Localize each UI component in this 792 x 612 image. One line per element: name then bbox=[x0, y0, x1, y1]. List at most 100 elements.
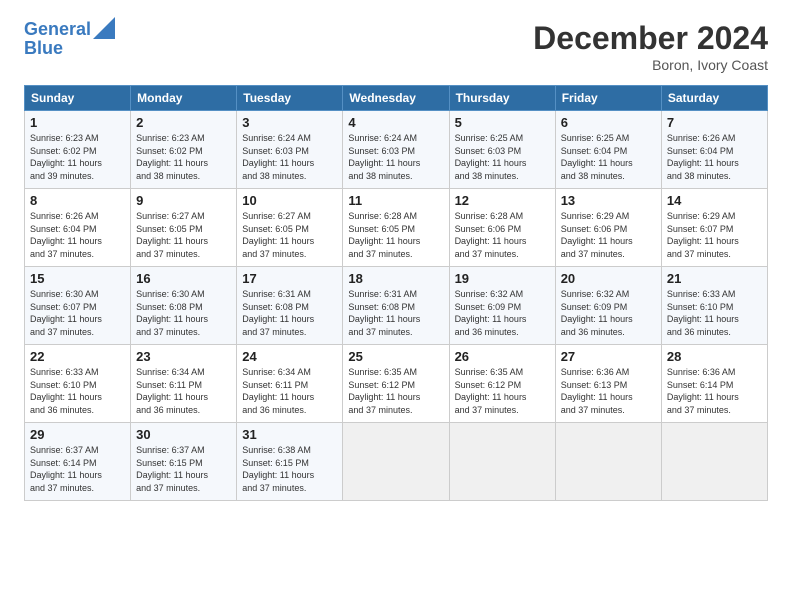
day-number: 16 bbox=[136, 271, 231, 286]
day-number: 25 bbox=[348, 349, 443, 364]
day-number: 13 bbox=[561, 193, 656, 208]
day-info: Sunrise: 6:24 AMSunset: 6:03 PMDaylight:… bbox=[242, 132, 337, 182]
logo-line2: Blue bbox=[24, 38, 63, 59]
calendar-week-row: 1Sunrise: 6:23 AMSunset: 6:02 PMDaylight… bbox=[25, 111, 768, 189]
table-row bbox=[555, 423, 661, 501]
day-info: Sunrise: 6:23 AMSunset: 6:02 PMDaylight:… bbox=[136, 132, 231, 182]
day-info: Sunrise: 6:36 AMSunset: 6:14 PMDaylight:… bbox=[667, 366, 762, 416]
day-number: 28 bbox=[667, 349, 762, 364]
logo: General Blue bbox=[24, 20, 115, 59]
table-row: 17Sunrise: 6:31 AMSunset: 6:08 PMDayligh… bbox=[237, 267, 343, 345]
table-row: 24Sunrise: 6:34 AMSunset: 6:11 PMDayligh… bbox=[237, 345, 343, 423]
day-number: 20 bbox=[561, 271, 656, 286]
col-thursday: Thursday bbox=[449, 86, 555, 111]
day-number: 22 bbox=[30, 349, 125, 364]
table-row: 15Sunrise: 6:30 AMSunset: 6:07 PMDayligh… bbox=[25, 267, 131, 345]
table-row: 7 Sunrise: 6:26 AMSunset: 6:04 PMDaylight… bbox=[661, 111, 767, 189]
table-row: 31Sunrise: 6:38 AMSunset: 6:15 PMDayligh… bbox=[237, 423, 343, 501]
day-info: Sunrise: 6:28 AMSunset: 6:05 PMDaylight:… bbox=[348, 210, 443, 260]
day-info: Sunrise: 6:28 AMSunset: 6:06 PMDaylight:… bbox=[455, 210, 550, 260]
day-info: Sunrise: 6:31 AMSunset: 6:08 PMDaylight:… bbox=[242, 288, 337, 338]
table-row: 12 Sunrise: 6:28 AMSunset: 6:06 PMDayligh… bbox=[449, 189, 555, 267]
table-row: 1Sunrise: 6:23 AMSunset: 6:02 PMDaylight… bbox=[25, 111, 131, 189]
page: General Blue December 2024 Boron, Ivory … bbox=[0, 0, 792, 612]
calendar-week-row: 8 Sunrise: 6:26 AMSunset: 6:04 PMDaylight… bbox=[25, 189, 768, 267]
day-number: 23 bbox=[136, 349, 231, 364]
calendar-header-row: Sunday Monday Tuesday Wednesday Thursday… bbox=[25, 86, 768, 111]
day-number: 7 bbox=[667, 115, 762, 130]
day-number: 4 bbox=[348, 115, 443, 130]
day-number: 6 bbox=[561, 115, 656, 130]
col-saturday: Saturday bbox=[661, 86, 767, 111]
table-row: 10 Sunrise: 6:27 AMSunset: 6:05 PMDayligh… bbox=[237, 189, 343, 267]
day-number: 26 bbox=[455, 349, 550, 364]
table-row: 28 Sunrise: 6:36 AMSunset: 6:14 PMDayligh… bbox=[661, 345, 767, 423]
day-info: Sunrise: 6:29 AMSunset: 6:07 PMDaylight:… bbox=[667, 210, 762, 260]
table-row: 29Sunrise: 6:37 AMSunset: 6:14 PMDayligh… bbox=[25, 423, 131, 501]
day-number: 11 bbox=[348, 193, 443, 208]
day-info: Sunrise: 6:25 AMSunset: 6:03 PMDaylight:… bbox=[455, 132, 550, 182]
table-row: 30 Sunrise: 6:37 AMSunset: 6:15 PMDayligh… bbox=[131, 423, 237, 501]
month-title: December 2024 bbox=[533, 20, 768, 57]
day-info: Sunrise: 6:38 AMSunset: 6:15 PMDaylight:… bbox=[242, 444, 337, 494]
table-row: 11 Sunrise: 6:28 AMSunset: 6:05 PMDayligh… bbox=[343, 189, 449, 267]
table-row bbox=[343, 423, 449, 501]
day-number: 21 bbox=[667, 271, 762, 286]
table-row: 6Sunrise: 6:25 AMSunset: 6:04 PMDaylight… bbox=[555, 111, 661, 189]
day-number: 12 bbox=[455, 193, 550, 208]
col-wednesday: Wednesday bbox=[343, 86, 449, 111]
table-row: 21Sunrise: 6:33 AMSunset: 6:10 PMDayligh… bbox=[661, 267, 767, 345]
logo-icon bbox=[93, 17, 115, 39]
day-info: Sunrise: 6:31 AMSunset: 6:08 PMDaylight:… bbox=[348, 288, 443, 338]
day-info: Sunrise: 6:35 AMSunset: 6:12 PMDaylight:… bbox=[455, 366, 550, 416]
day-number: 27 bbox=[561, 349, 656, 364]
calendar-week-row: 29Sunrise: 6:37 AMSunset: 6:14 PMDayligh… bbox=[25, 423, 768, 501]
table-row: 25Sunrise: 6:35 AMSunset: 6:12 PMDayligh… bbox=[343, 345, 449, 423]
day-info: Sunrise: 6:37 AMSunset: 6:14 PMDaylight:… bbox=[30, 444, 125, 494]
day-number: 15 bbox=[30, 271, 125, 286]
day-info: Sunrise: 6:27 AMSunset: 6:05 PMDaylight:… bbox=[136, 210, 231, 260]
table-row: 8 Sunrise: 6:26 AMSunset: 6:04 PMDaylight… bbox=[25, 189, 131, 267]
day-number: 10 bbox=[242, 193, 337, 208]
day-info: Sunrise: 6:37 AMSunset: 6:15 PMDaylight:… bbox=[136, 444, 231, 494]
table-row: 3Sunrise: 6:24 AMSunset: 6:03 PMDaylight… bbox=[237, 111, 343, 189]
day-info: Sunrise: 6:26 AMSunset: 6:04 PMDaylight:… bbox=[30, 210, 125, 260]
day-number: 30 bbox=[136, 427, 231, 442]
day-info: Sunrise: 6:34 AMSunset: 6:11 PMDaylight:… bbox=[242, 366, 337, 416]
day-number: 19 bbox=[455, 271, 550, 286]
table-row: 26 Sunrise: 6:35 AMSunset: 6:12 PMDayligh… bbox=[449, 345, 555, 423]
day-number: 8 bbox=[30, 193, 125, 208]
day-number: 9 bbox=[136, 193, 231, 208]
table-row: 13Sunrise: 6:29 AMSunset: 6:06 PMDayligh… bbox=[555, 189, 661, 267]
calendar-week-row: 15Sunrise: 6:30 AMSunset: 6:07 PMDayligh… bbox=[25, 267, 768, 345]
title-block: December 2024 Boron, Ivory Coast bbox=[533, 20, 768, 73]
col-sunday: Sunday bbox=[25, 86, 131, 111]
day-info: Sunrise: 6:23 AMSunset: 6:02 PMDaylight:… bbox=[30, 132, 125, 182]
day-number: 18 bbox=[348, 271, 443, 286]
table-row: 5 Sunrise: 6:25 AMSunset: 6:03 PMDaylight… bbox=[449, 111, 555, 189]
table-row: 2Sunrise: 6:23 AMSunset: 6:02 PMDaylight… bbox=[131, 111, 237, 189]
day-info: Sunrise: 6:32 AMSunset: 6:09 PMDaylight:… bbox=[561, 288, 656, 338]
day-info: Sunrise: 6:26 AMSunset: 6:04 PMDaylight:… bbox=[667, 132, 762, 182]
table-row: 18 Sunrise: 6:31 AMSunset: 6:08 PMDayligh… bbox=[343, 267, 449, 345]
day-number: 5 bbox=[455, 115, 550, 130]
table-row bbox=[661, 423, 767, 501]
day-info: Sunrise: 6:34 AMSunset: 6:11 PMDaylight:… bbox=[136, 366, 231, 416]
location-subtitle: Boron, Ivory Coast bbox=[533, 57, 768, 73]
header: General Blue December 2024 Boron, Ivory … bbox=[24, 20, 768, 73]
table-row: 27 Sunrise: 6:36 AMSunset: 6:13 PMDayligh… bbox=[555, 345, 661, 423]
day-info: Sunrise: 6:27 AMSunset: 6:05 PMDaylight:… bbox=[242, 210, 337, 260]
col-tuesday: Tuesday bbox=[237, 86, 343, 111]
day-info: Sunrise: 6:24 AMSunset: 6:03 PMDaylight:… bbox=[348, 132, 443, 182]
day-info: Sunrise: 6:32 AMSunset: 6:09 PMDaylight:… bbox=[455, 288, 550, 338]
table-row: 23 Sunrise: 6:34 AMSunset: 6:11 PMDayligh… bbox=[131, 345, 237, 423]
table-row: 20 Sunrise: 6:32 AMSunset: 6:09 PMDayligh… bbox=[555, 267, 661, 345]
table-row: 14 Sunrise: 6:29 AMSunset: 6:07 PMDayligh… bbox=[661, 189, 767, 267]
day-info: Sunrise: 6:36 AMSunset: 6:13 PMDaylight:… bbox=[561, 366, 656, 416]
col-monday: Monday bbox=[131, 86, 237, 111]
table-row: 16 Sunrise: 6:30 AMSunset: 6:08 PMDayligh… bbox=[131, 267, 237, 345]
table-row: 4 Sunrise: 6:24 AMSunset: 6:03 PMDaylight… bbox=[343, 111, 449, 189]
table-row: 9 Sunrise: 6:27 AMSunset: 6:05 PMDaylight… bbox=[131, 189, 237, 267]
day-number: 14 bbox=[667, 193, 762, 208]
day-info: Sunrise: 6:30 AMSunset: 6:08 PMDaylight:… bbox=[136, 288, 231, 338]
